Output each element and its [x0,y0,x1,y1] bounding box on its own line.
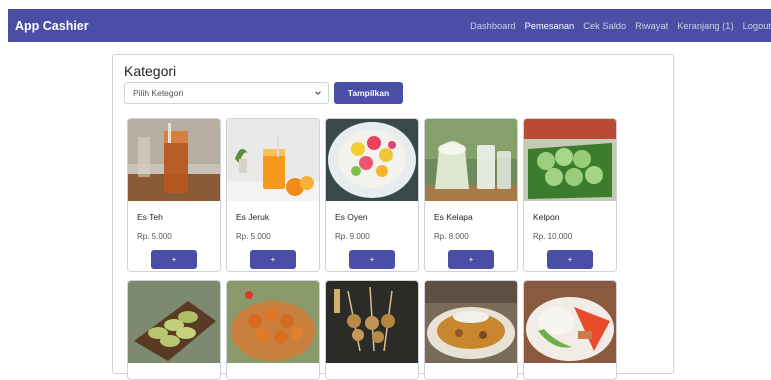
product-price: Rp. 10.000 [533,232,573,241]
app-brand[interactable]: App Cashier [15,19,89,33]
kategori-select-value: Pilih Ketegori [133,88,184,98]
orange-juice-image [227,119,319,201]
add-to-cart-button[interactable]: + [151,250,197,269]
kategori-card: Kategori Pilih Ketegori Tampilkan Es Teh… [112,54,674,380]
product-name: Es Jeruk [236,212,270,222]
product-name: Es Oyen [335,212,368,222]
product-card-satay [325,280,419,380]
satay-image [326,281,418,363]
product-name: Es Kelapa [434,212,473,222]
add-to-cart-button[interactable]: + [448,250,494,269]
nav-links: Dashboard Pemesanan Cek Saldo Riwayat Ke… [470,21,771,31]
product-name: Es Teh [137,212,163,222]
tampilkan-button[interactable]: Tampilkan [334,82,403,104]
product-card-kelpon: Kelpon Rp. 10.000 + [523,118,617,272]
add-to-cart-button[interactable]: + [250,250,296,269]
nav-link-riwayat[interactable]: Riwayat [635,21,668,31]
product-card-meatballs [226,280,320,380]
product-price: Rp. 8.000 [434,232,469,241]
product-price: Rp. 5.000 [236,232,271,241]
meatballs-image [227,281,319,363]
rice-dish-image [524,281,616,363]
nav-link-pemesanan[interactable]: Pemesanan [525,21,575,31]
soup-image [425,281,517,363]
product-price: Rp. 5.000 [137,232,172,241]
product-card-fried-banana [127,280,221,380]
product-name: Kelpon [533,212,560,222]
product-card-es-kelapa: Es Kelapa Rp. 8.000 + [424,118,518,272]
product-card-soup [424,280,518,380]
coconut-drink-image [425,119,517,201]
kategori-title: Kategori [124,63,177,79]
nav-link-cek-saldo[interactable]: Cek Saldo [583,21,626,31]
chevron-down-icon [315,91,321,95]
top-navbar: App Cashier Dashboard Pemesanan Cek Sald… [8,9,771,42]
nav-link-logout[interactable]: Logout [743,21,771,31]
nav-link-keranjang[interactable]: Keranjang (1) [677,21,733,31]
kategori-select[interactable]: Pilih Ketegori [124,82,329,104]
product-card-es-teh: Es Teh Rp. 5.000 + [127,118,221,272]
product-card-es-jeruk: Es Jeruk Rp. 5.000 + [226,118,320,272]
es-oyen-image [326,119,418,201]
iced-tea-image [128,119,220,201]
product-card-es-oyen: Es Oyen Rp. 9.000 + [325,118,419,272]
product-price: Rp. 9.000 [335,232,370,241]
nav-link-dashboard[interactable]: Dashboard [470,21,515,31]
fried-banana-image [128,281,220,363]
add-to-cart-button[interactable]: + [349,250,395,269]
klepon-image [524,119,616,201]
add-to-cart-button[interactable]: + [547,250,593,269]
product-card-rice-dish [523,280,617,380]
